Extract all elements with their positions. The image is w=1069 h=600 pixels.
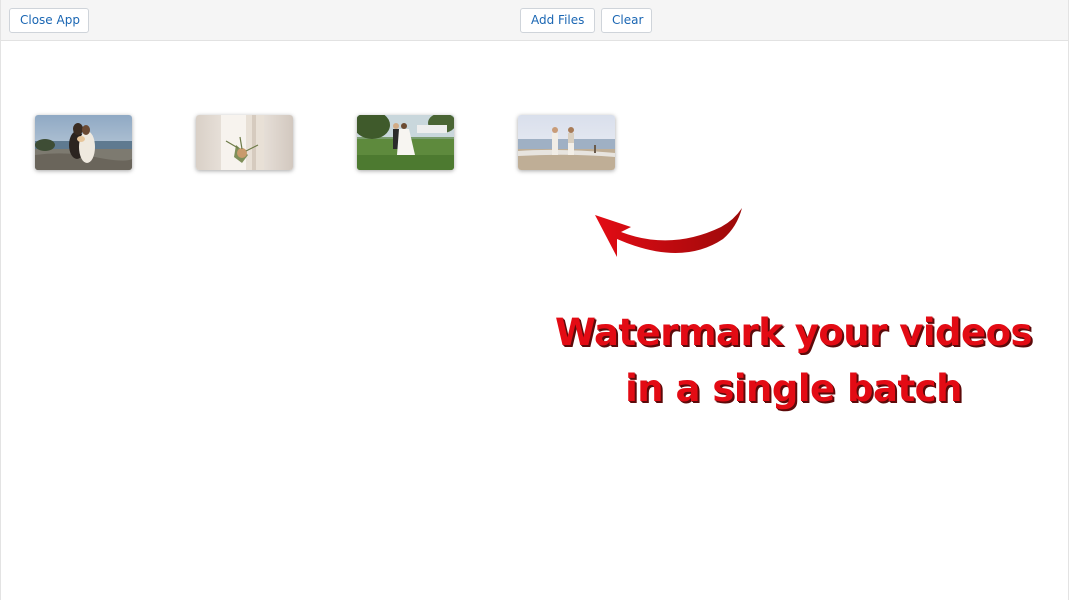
close-app-button[interactable]: Close App — [9, 8, 89, 33]
clear-button[interactable]: Clear — [601, 8, 652, 33]
couple-on-beach-image — [518, 115, 615, 170]
video-thumbnail-4[interactable] — [518, 115, 615, 170]
video-thumbnail-1[interactable] — [35, 115, 132, 170]
curved-arrow-icon — [595, 208, 742, 257]
toolbar: Close App Add Files Clear — [1, 0, 1068, 41]
add-files-button[interactable]: Add Files — [520, 8, 595, 33]
promo-line-2: in a single batch — [625, 367, 962, 410]
video-thumbnail-2[interactable] — [196, 115, 293, 170]
bride-bouquet-image — [196, 115, 293, 170]
couple-kissing-seaside-image — [35, 115, 132, 170]
video-thumbnail-3[interactable] — [357, 115, 454, 170]
app-window: Close App Add Files Clear Watermark your… — [0, 0, 1069, 600]
couple-dancing-lawn-image — [357, 115, 454, 170]
promo-headline: Watermark your videos in a single batch — [531, 305, 1056, 417]
promo-line-1: Watermark your videos — [554, 311, 1033, 354]
